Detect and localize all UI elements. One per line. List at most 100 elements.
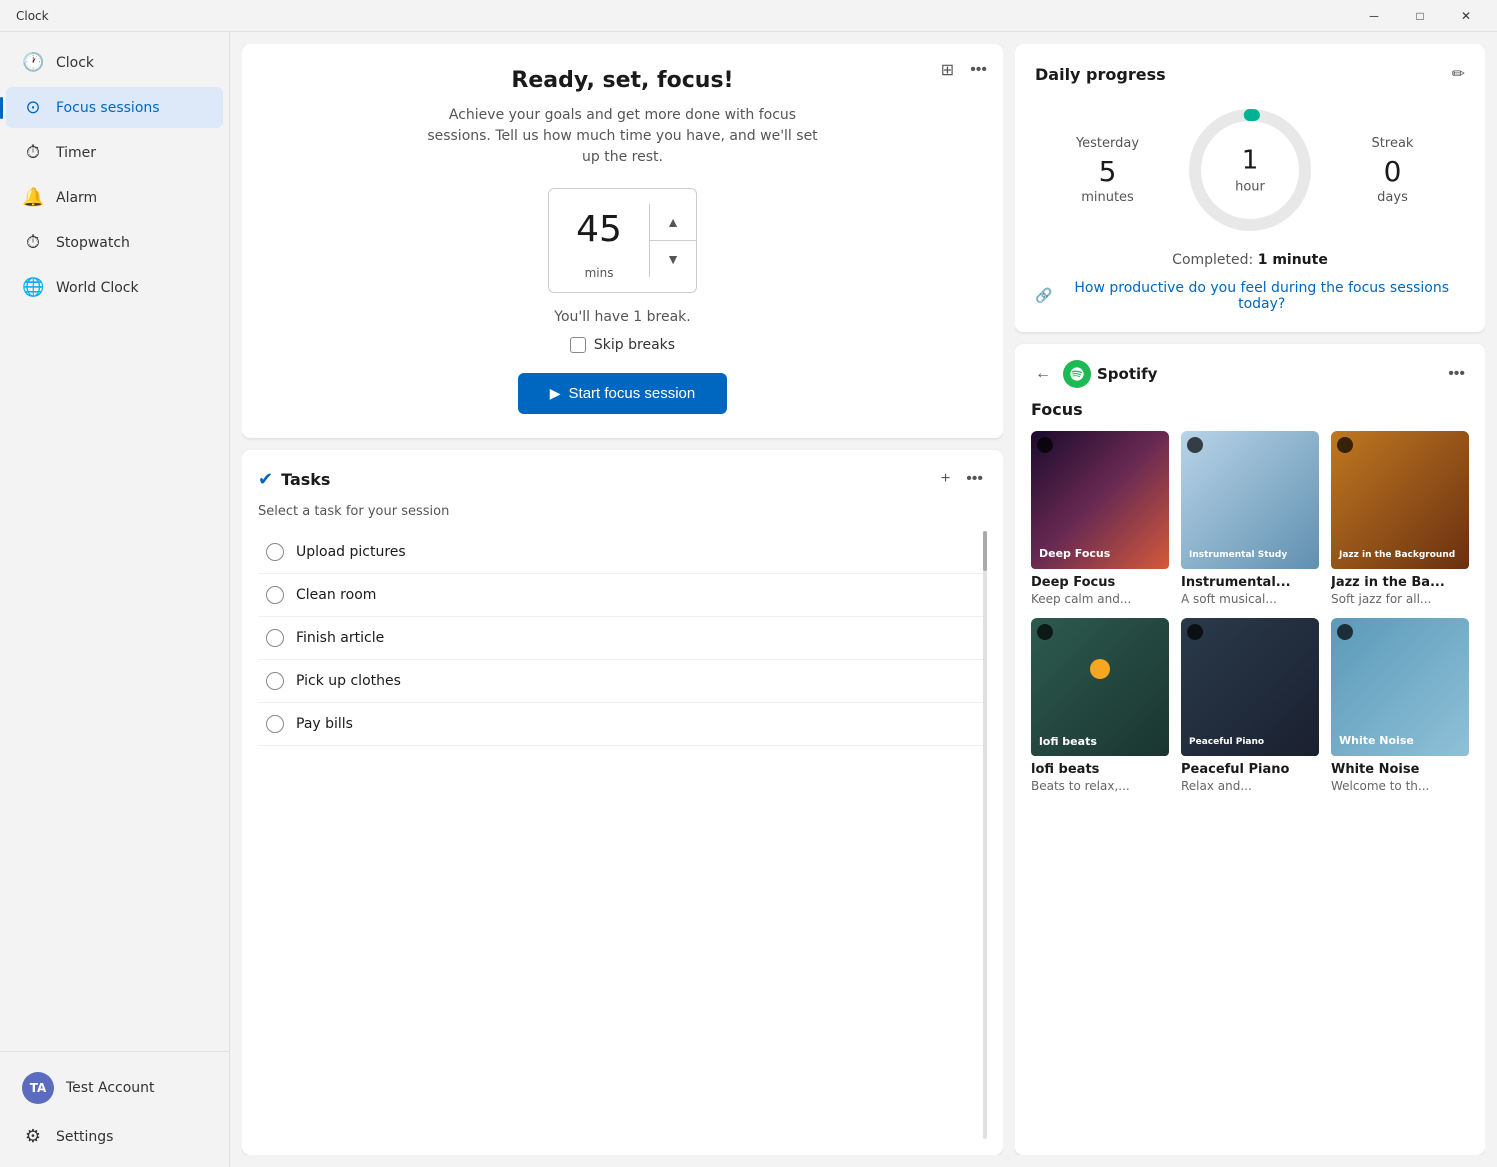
task-label-finish-article: Finish article: [296, 630, 384, 646]
sidebar-item-alarm[interactable]: 🔔 Alarm: [6, 177, 223, 218]
spotify-nav: ← Spotify: [1031, 360, 1157, 388]
skip-breaks-checkbox[interactable]: [570, 337, 586, 353]
sidebar-item-settings[interactable]: ⚙ Settings: [6, 1116, 223, 1157]
pin-button[interactable]: ⊞: [937, 56, 958, 84]
spotify-header: ← Spotify •••: [1031, 360, 1469, 388]
time-selector: 45 mins ▲ ▼: [548, 188, 697, 293]
jazz-thumb-bg: Jazz in the Background: [1331, 431, 1469, 569]
maximize-button[interactable]: □: [1397, 0, 1443, 32]
spotify-more-options-button[interactable]: •••: [1444, 361, 1469, 387]
sidebar-label-stopwatch: Stopwatch: [56, 235, 130, 251]
productive-link[interactable]: 🔗 How productive do you feel during the …: [1035, 280, 1465, 312]
streak-value: 0: [1320, 155, 1465, 188]
task-radio-upload-pictures[interactable]: [266, 543, 284, 561]
skip-breaks-label[interactable]: Skip breaks: [570, 337, 675, 353]
timer-icon: ⏱: [22, 142, 44, 163]
sidebar-item-world-clock[interactable]: 🌐 World Clock: [6, 267, 223, 308]
productive-link-text: How productive do you feel during the fo…: [1058, 280, 1465, 312]
playlist-thumb-instrumental: Instrumental Study: [1181, 431, 1319, 569]
time-display: 45: [549, 197, 649, 262]
task-label-clean-room: Clean room: [296, 587, 376, 603]
yesterday-stat: Yesterday 5 minutes: [1035, 136, 1180, 205]
scrollbar-thumb[interactable]: [983, 531, 987, 571]
time-decrement-button[interactable]: ▼: [650, 241, 696, 277]
jazz-desc: Soft jazz for all...: [1331, 592, 1469, 606]
streak-unit: days: [1320, 190, 1465, 205]
time-increment-button[interactable]: ▲: [650, 204, 696, 241]
spotify-logo: Spotify: [1063, 360, 1157, 388]
yesterday-label: Yesterday: [1035, 136, 1180, 151]
sidebar-item-wrapper-timer: ⏱ Timer: [0, 130, 229, 175]
lofi-sun-decoration: [1090, 659, 1110, 679]
active-indicator: [0, 97, 3, 119]
spotify-icon: [1063, 360, 1091, 388]
tasks-actions: + •••: [937, 466, 987, 492]
edit-progress-button[interactable]: ✏: [1452, 64, 1465, 84]
account-item[interactable]: TA Test Account: [6, 1062, 223, 1114]
window-controls: ─ □ ✕: [1351, 0, 1489, 32]
task-radio-finish-article[interactable]: [266, 629, 284, 647]
jazz-thumb-text: Jazz in the Background: [1339, 550, 1455, 561]
task-radio-pay-bills[interactable]: [266, 715, 284, 733]
task-scroll-container: Upload pictures Clean room Finish articl…: [258, 531, 987, 1139]
white-noise-thumb-text: White Noise: [1339, 734, 1414, 748]
tasks-header: ✔ Tasks + •••: [258, 466, 987, 492]
spotify-back-button[interactable]: ←: [1031, 361, 1055, 387]
sidebar-item-stopwatch[interactable]: ⏱ Stopwatch: [6, 222, 223, 263]
add-task-button[interactable]: +: [937, 466, 954, 492]
task-item-finish-article[interactable]: Finish article: [258, 617, 987, 660]
playlist-item-piano[interactable]: Peaceful Piano Peaceful Piano Relax and.…: [1181, 618, 1319, 793]
stopwatch-icon: ⏱: [22, 232, 44, 253]
tasks-title: Tasks: [281, 470, 330, 489]
playlist-thumb-white-noise: White Noise: [1331, 618, 1469, 756]
instrumental-spotify-badge: [1187, 437, 1203, 453]
task-item-pick-up-clothes[interactable]: Pick up clothes: [258, 660, 987, 703]
playlist-item-deep-focus[interactable]: Deep Focus Deep Focus Keep calm and...: [1031, 431, 1169, 606]
task-list: Upload pictures Clean room Finish articl…: [258, 531, 987, 1139]
lofi-desc: Beats to relax,...: [1031, 779, 1169, 793]
task-radio-clean-room[interactable]: [266, 586, 284, 604]
donut-unit: hour: [1235, 180, 1265, 195]
playlist-grid: Deep Focus Deep Focus Keep calm and... I…: [1031, 431, 1469, 793]
playlist-item-instrumental[interactable]: Instrumental Study Instrumental... A sof…: [1181, 431, 1319, 606]
sidebar-item-timer[interactable]: ⏱ Timer: [6, 132, 223, 173]
task-item-pay-bills[interactable]: Pay bills: [258, 703, 987, 746]
task-item-clean-room[interactable]: Clean room: [258, 574, 987, 617]
white-noise-name: White Noise: [1331, 762, 1469, 777]
playlist-item-white-noise[interactable]: White Noise White Noise Welcome to th...: [1331, 618, 1469, 793]
sidebar-item-clock[interactable]: 🕐 Clock: [6, 42, 223, 83]
tasks-more-options-button[interactable]: •••: [962, 466, 987, 492]
task-label-pick-up-clothes: Pick up clothes: [296, 673, 401, 689]
scrollbar[interactable]: [983, 531, 987, 1139]
main-content: ⊞ ••• Ready, set, focus! Achieve your go…: [230, 32, 1497, 1167]
task-item-upload-pictures[interactable]: Upload pictures: [258, 531, 987, 574]
piano-thumb-bg: Peaceful Piano: [1181, 618, 1319, 756]
more-options-button[interactable]: •••: [966, 56, 991, 84]
playlist-thumb-jazz: Jazz in the Background: [1331, 431, 1469, 569]
minimize-button[interactable]: ─: [1351, 0, 1397, 32]
task-label-pay-bills: Pay bills: [296, 716, 353, 732]
break-info: You'll have 1 break.: [554, 309, 690, 325]
donut-value: 1: [1235, 146, 1265, 176]
task-radio-pick-up-clothes[interactable]: [266, 672, 284, 690]
task-label-upload-pictures: Upload pictures: [296, 544, 406, 560]
streak-stat: Streak 0 days: [1320, 136, 1465, 205]
playlist-item-lofi[interactable]: lofi beats lofi beats Beats to relax,...: [1031, 618, 1169, 793]
sidebar-label-settings: Settings: [56, 1129, 113, 1145]
sidebar-item-focus-sessions[interactable]: ⊙ Focus sessions: [6, 87, 223, 128]
lofi-name: lofi beats: [1031, 762, 1169, 777]
sidebar-item-wrapper-focus: ⊙ Focus sessions: [0, 85, 229, 130]
window-title: Clock: [16, 9, 49, 23]
sidebar-label-focus: Focus sessions: [56, 100, 160, 116]
deep-focus-thumb-bg: Deep Focus: [1031, 431, 1169, 569]
start-focus-session-button[interactable]: ▶ Start focus session: [518, 373, 728, 414]
time-controls: ▲ ▼: [649, 204, 696, 277]
settings-icon: ⚙: [22, 1126, 44, 1147]
left-panel: ⊞ ••• Ready, set, focus! Achieve your go…: [242, 44, 1003, 1155]
completed-value: 1 minute: [1258, 252, 1328, 268]
time-picker-group: 45 mins ▲ ▼: [548, 188, 697, 309]
playlist-item-jazz[interactable]: Jazz in the Background Jazz in the Ba...…: [1331, 431, 1469, 606]
sidebar-item-wrapper-alarm: 🔔 Alarm: [0, 175, 229, 220]
close-button[interactable]: ✕: [1443, 0, 1489, 32]
yesterday-unit: minutes: [1035, 190, 1180, 205]
